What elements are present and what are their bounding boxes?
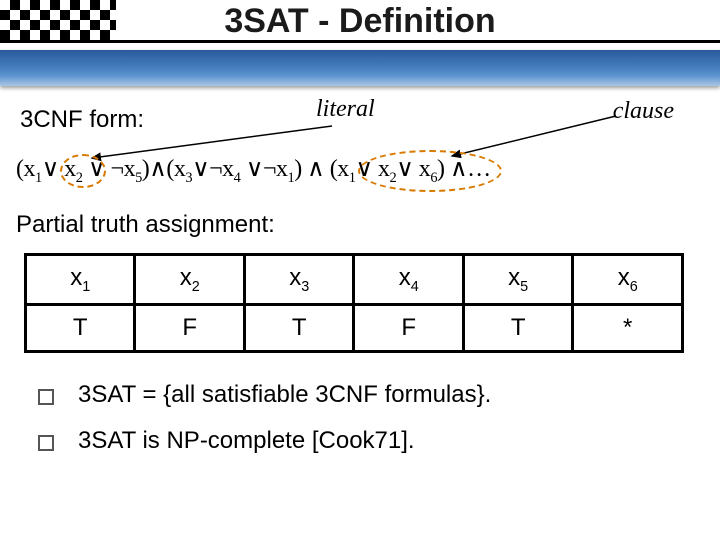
formula: (x1∨ x2 ∨ ¬x5)∧(x3∨¬x4 ∨¬x1) ∧ (x1∨ x2∨ …	[16, 154, 704, 187]
blue-bar	[0, 50, 720, 86]
formula-text: (x1∨ x2 ∨ ¬x5)∧(x3∨¬x4 ∨¬x1) ∧ (x1∨ x2∨ …	[16, 155, 491, 182]
table-value-cell: F	[354, 304, 463, 351]
label-row: 3CNF form: literal clause	[16, 96, 704, 144]
table-value-cell: T	[244, 304, 353, 351]
bullet-text: 3SAT = {all satisfiable 3CNF formulas}.	[78, 381, 491, 409]
truth-table: x1x2x3x4x5x6 TFTFT*	[24, 253, 684, 353]
cnf-form-label: 3CNF form:	[20, 106, 144, 134]
table-header-cell: x3	[244, 254, 353, 304]
table-header-cell: x2	[135, 254, 244, 304]
slide-body: 3CNF form: literal clause (x1∨ x2 ∨ ¬x5)…	[16, 96, 704, 473]
table-value-cell: T	[463, 304, 572, 351]
table-header-cell: x1	[26, 254, 135, 304]
table-value-cell: *	[573, 304, 683, 351]
table-value-cell: F	[135, 304, 244, 351]
square-bullet-icon	[38, 389, 54, 405]
square-bullet-icon	[38, 435, 54, 451]
table-value-row: TFTFT*	[26, 304, 683, 351]
title-bar: 3SAT - Definition	[0, 0, 720, 76]
bullet-item: 3SAT is NP-complete [Cook71].	[16, 427, 704, 455]
bullet-item: 3SAT = {all satisfiable 3CNF formulas}.	[16, 381, 704, 409]
clause-label: clause	[613, 98, 674, 125]
literal-label: literal	[316, 96, 375, 123]
bullet-list: 3SAT = {all satisfiable 3CNF formulas}. …	[16, 381, 704, 455]
partial-assignment-label: Partial truth assignment:	[16, 211, 704, 239]
slide-title: 3SAT - Definition	[0, 2, 720, 41]
bullet-text: 3SAT is NP-complete [Cook71].	[78, 427, 415, 455]
table-header-cell: x4	[354, 254, 463, 304]
table-value-cell: T	[26, 304, 135, 351]
table-header-cell: x5	[463, 254, 572, 304]
table-header-cell: x6	[573, 254, 683, 304]
table-header-row: x1x2x3x4x5x6	[26, 254, 683, 304]
slide: 3SAT - Definition 3CNF form: literal cla…	[0, 0, 720, 540]
